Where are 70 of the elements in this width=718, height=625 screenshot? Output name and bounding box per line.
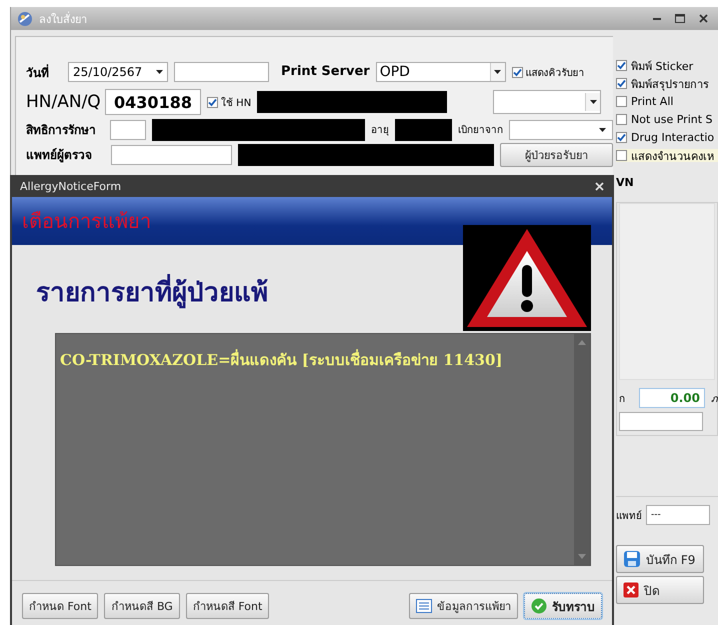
field-label: อายุ [371, 124, 390, 137]
checkbox[interactable] [616, 114, 627, 125]
caret-icon [590, 100, 597, 104]
close-icon [595, 182, 604, 190]
input-field[interactable] [619, 412, 703, 431]
caret-icon [156, 70, 163, 74]
input-field[interactable] [110, 144, 232, 164]
dropdown[interactable] [493, 90, 602, 114]
redaction-block [395, 118, 452, 140]
check-icon [512, 68, 522, 76]
checkbox-label: แสดงจำนวนคงเห [631, 148, 714, 164]
field-label: ก [619, 392, 625, 406]
scroll-up-icon [578, 340, 586, 345]
maximize-icon [675, 14, 685, 23]
caret-icon [494, 70, 502, 74]
scroll-down-icon [578, 554, 586, 559]
check-icon [617, 133, 626, 142]
field-label: สิทธิการรักษา [26, 122, 97, 139]
checkbox[interactable] [207, 96, 218, 108]
checkbox-label: แสดงคิวรับยา [526, 66, 585, 80]
input-field[interactable]: 0430188 [105, 89, 201, 115]
check-icon [531, 598, 547, 614]
warning-icon [463, 225, 591, 331]
close-icon [623, 582, 639, 598]
close-button[interactable]: ปิด [616, 576, 704, 604]
checkbox-label: ใช้ HN [221, 96, 252, 110]
dialog-button[interactable]: กำหนดสี Font [186, 593, 270, 619]
field-label: เบิกยาจาก [458, 124, 503, 137]
checkbox[interactable] [616, 132, 627, 143]
checkbox[interactable] [616, 60, 627, 71]
minimize-icon [653, 18, 661, 20]
field-label: วันที่ [26, 63, 50, 82]
section-heading: รายการยาที่ผู้ป่วยแพ้ [36, 271, 612, 315]
checkbox[interactable] [616, 96, 627, 107]
column-header: VN [616, 176, 635, 191]
header-title: เตือนการแพ้ยา [22, 208, 151, 235]
dialog-button[interactable]: ข้อมูลการแพ้ยา [409, 593, 518, 619]
field-label: แพทย์ผู้ตรวจ [26, 147, 93, 164]
input-field[interactable]: --- [646, 505, 710, 525]
save-button[interactable]: บันทึก F9 [616, 545, 704, 573]
field-label: HN/AN/Q [26, 92, 99, 112]
field-label: แพทย์ [616, 509, 642, 522]
waiting-patients-button[interactable]: ผู้ป่วยรอรับยา [500, 142, 613, 166]
dialog-button[interactable]: รับทราบ [524, 593, 602, 619]
checkbox-label: Drug Interactio [631, 131, 714, 144]
window-title: AllergyNoticeForm [20, 180, 122, 192]
checkbox[interactable] [616, 150, 627, 161]
checkbox[interactable] [512, 66, 523, 78]
dialog-button[interactable]: กำหนดสี BG [104, 593, 180, 619]
checkbox-label: พิมพ์ Sticker [631, 58, 694, 74]
dropdown[interactable]: OPD [376, 62, 506, 82]
caret-icon [599, 128, 606, 132]
field-label: Print Server [281, 64, 370, 80]
date-picker[interactable]: 25/10/2567 [68, 62, 168, 82]
save-icon [623, 550, 641, 568]
allergy-entry: CO-TRIMOXAZOLE=ผื่นแดงคัน [ระบบเชื่อมเครือข่าย 11430] [60, 348, 504, 371]
input-field[interactable] [174, 62, 269, 82]
checkbox[interactable] [616, 78, 627, 89]
amount-field[interactable]: 0.00 [639, 388, 705, 408]
dialog-button[interactable]: กำหนด Font [22, 593, 98, 619]
app-icon [17, 10, 33, 26]
close-icon [699, 14, 708, 23]
window-title: ลงใบสั่งยา [39, 10, 88, 28]
checkbox-label: Print All [631, 95, 674, 108]
list-icon [416, 599, 432, 613]
checkbox-label: Not use Print S [631, 113, 713, 126]
scrollbar[interactable] [574, 334, 590, 565]
checkbox-label: พิมพ์สรุปรายการ [631, 76, 709, 92]
check-icon [208, 98, 217, 106]
input-field[interactable] [110, 120, 146, 140]
